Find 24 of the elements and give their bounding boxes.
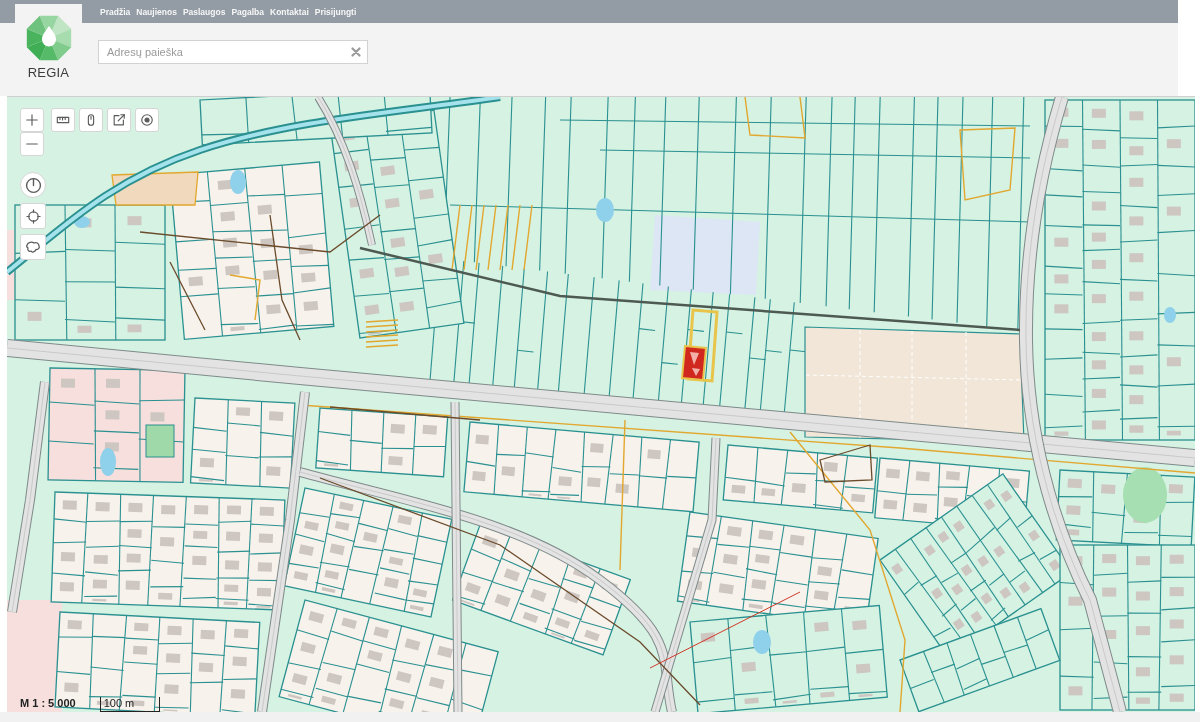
clear-icon[interactable] [351, 47, 361, 57]
nav-link[interactable]: Prisijungti [314, 6, 357, 17]
plus-icon [25, 113, 39, 127]
logo-text: REGIA [27, 66, 70, 80]
area-select-button[interactable] [20, 234, 46, 260]
pointer-button[interactable] [79, 108, 103, 132]
freeform-shape-icon [25, 239, 41, 255]
scale-ratio: M 1 : 5 000 [20, 697, 76, 710]
nav-link[interactable]: Pagalba [231, 6, 264, 17]
nav-link[interactable]: Pradžia [100, 6, 131, 17]
target-icon [140, 113, 154, 127]
measure-button[interactable] [51, 108, 75, 132]
zoom-in-button[interactable] [20, 108, 44, 132]
box-arrow-icon [112, 113, 126, 127]
target-button[interactable] [135, 108, 159, 132]
search-field[interactable]: Adresų paieška [98, 40, 368, 64]
crosshair-icon [25, 208, 41, 224]
nav-link[interactable]: Naujienos [136, 6, 177, 17]
nav-link[interactable]: Paslaugos [182, 6, 226, 17]
export-button[interactable] [107, 108, 131, 132]
dial-icon [24, 176, 42, 194]
nav-link[interactable]: Kontaktai [270, 6, 309, 17]
selected-parcel-icon [680, 308, 720, 383]
locate-button[interactable] [20, 203, 46, 229]
